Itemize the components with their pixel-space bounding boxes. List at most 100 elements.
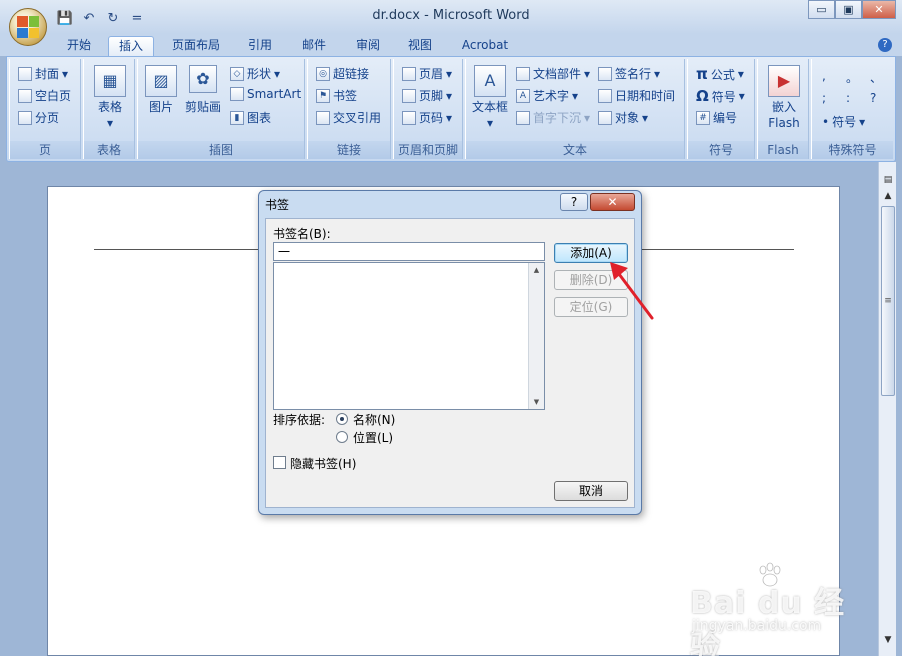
numbering-button[interactable]: # 编号 [696,109,737,126]
group-tables: ▦ 表格 ▾ 表格 [83,59,135,159]
minimize-button[interactable]: ▭ [808,0,835,19]
quick-parts-button[interactable]: 文档部件 ▾ [516,65,590,82]
special-char[interactable]: ? [870,91,876,105]
group-symbols: π 公式 ▾ Ω 符号 ▾ # 编号 符号 [687,59,755,159]
sort-by-label: 排序依据: [273,413,326,427]
tab-review[interactable]: 审阅 [348,36,388,56]
object-button[interactable]: 对象 ▾ [598,109,648,126]
hidden-bookmarks-label[interactable]: 隐藏书签(H) [290,455,356,472]
footer-button[interactable]: 页脚 ▾ [402,87,452,104]
smartart-button[interactable]: SmartArt [230,87,301,101]
special-symbol-button[interactable]: • 符号 ▾ [822,113,865,130]
scroll-thumb[interactable]: ≡ [881,206,895,396]
blank-page-button[interactable]: 空白页 [18,87,71,104]
date-time-button[interactable]: 日期和时间 [598,87,675,104]
tab-view[interactable]: 视图 [400,36,440,56]
dialog-close-button[interactable]: ✕ [590,193,635,211]
wordart-icon: A [516,88,530,103]
signature-line-button[interactable]: 签名行 ▾ [598,65,660,82]
sort-by-location-radio[interactable] [336,431,348,443]
tab-insert[interactable]: 插入 [108,36,154,56]
bookmark-list[interactable]: ▲ ▼ [273,262,545,410]
wordart-button[interactable]: A 艺术字 ▾ [516,87,578,104]
quick-parts-icon [516,66,530,81]
list-scroll-down-icon[interactable]: ▼ [529,395,544,409]
close-window-button[interactable]: ✕ [862,0,896,19]
drop-cap-button: 首字下沉 ▾ [516,109,590,126]
group-label-pages: 页 [10,141,80,159]
calendar-icon [598,88,612,103]
cancel-button[interactable]: 取消 [554,481,628,501]
tab-references[interactable]: 引用 [240,36,280,56]
group-label-illustrations: 插图 [138,141,304,159]
office-button[interactable] [9,8,47,46]
cross-reference-icon [316,110,330,125]
special-char[interactable]: , [822,69,826,83]
page-number-button[interactable]: 页码 ▾ [402,109,452,126]
special-char[interactable]: 、 [870,69,882,86]
symbol-button[interactable]: Ω 符号 ▾ [696,87,745,105]
page-break-icon [18,110,32,125]
bookmark-list-scrollbar[interactable]: ▲ ▼ [528,263,544,409]
bookmark-name-label: 书签名(B): [273,227,331,241]
group-text: A 文本框 ▾ 文档部件 ▾ A 艺术字 ▾ 首字下沉 ▾ 签名行 ▾ 日期和时间 对象 ▾… [465,59,685,159]
group-label-text: 文本 [466,141,684,159]
baidu-watermark: Bai du 经验 jingyan.baidu.com [690,560,870,656]
scroll-up-icon[interactable]: ▲ [880,188,896,204]
special-char[interactable]: : [846,91,850,105]
restore-button[interactable]: ▣ [835,0,862,19]
embed-flash-button[interactable]: ▶ 嵌入 Flash [766,65,802,131]
group-flash: ▶ 嵌入 Flash Flash [757,59,809,159]
sort-by-name-radio[interactable] [336,413,348,425]
omega-icon: Ω [696,87,709,105]
watermark-brand: Bai du 经验 [690,586,846,656]
list-scroll-up-icon[interactable]: ▲ [529,263,544,277]
bookmark-name-input[interactable] [273,242,545,261]
tab-home[interactable]: 开始 [56,36,102,56]
table-button[interactable]: ▦ 表格 ▾ [92,65,128,131]
sort-by-name-label[interactable]: 名称(N) [353,411,395,428]
group-label-header-footer: 页眉和页脚 [394,141,462,159]
page-break-button[interactable]: 分页 [18,109,59,126]
drop-cap-icon [516,110,530,125]
dot-icon: • [822,114,830,129]
textbox-icon: A [474,65,506,97]
special-char[interactable]: 。 [846,69,858,86]
group-links: ◎ 超链接 ⚑ 书签 交叉引用 链接 [307,59,391,159]
smartart-icon [230,87,244,101]
scroll-down-icon[interactable]: ▼ [880,632,896,648]
group-special-symbols: , 。 、 ; : ? • 符号 ▾ 特殊符号 [811,59,893,159]
hyperlink-button[interactable]: ◎ 超链接 [316,65,369,82]
picture-icon: ▨ [145,65,177,97]
tab-page-layout[interactable]: 页面布局 [166,36,226,56]
picture-button[interactable]: ▨ 图片 [144,65,178,115]
cross-reference-button[interactable]: 交叉引用 [316,109,381,126]
table-icon: ▦ [94,65,126,97]
cover-page-icon [18,66,32,81]
sort-by-location-label[interactable]: 位置(L) [353,429,393,446]
tab-mailings[interactable]: 邮件 [294,36,334,56]
group-label-symbols: 符号 [688,141,754,159]
textbox-button[interactable]: A 文本框 ▾ [470,65,510,131]
ruler-toggle-icon[interactable]: ▤ [880,172,896,188]
bookmark-icon: ⚑ [316,88,330,103]
pi-icon: π [696,65,708,83]
watermark-url: jingyan.baidu.com [692,618,822,634]
equation-button[interactable]: π 公式 ▾ [696,65,744,83]
flash-icon: ▶ [768,65,800,97]
special-char[interactable]: ; [822,91,826,105]
hidden-bookmarks-checkbox[interactable] [273,456,286,469]
number-icon: # [696,110,710,125]
object-icon [598,110,612,125]
bookmark-button[interactable]: ⚑ 书签 [316,87,357,104]
tab-acrobat[interactable]: Acrobat [454,36,516,56]
group-label-special-symbols: 特殊符号 [812,141,893,159]
vertical-scrollbar[interactable]: ▤ ▲ ≡ ▼ [878,162,896,656]
dialog-help-button[interactable]: ? [560,193,588,211]
chart-button[interactable]: ▮ 图表 [230,109,271,126]
cover-page-button[interactable]: 封面 ▾ [18,65,68,82]
clipart-button[interactable]: ✿ 剪贴画 [182,65,224,115]
help-icon[interactable]: ? [878,38,892,52]
shapes-button[interactable]: ◇ 形状 ▾ [230,65,280,82]
header-button[interactable]: 页眉 ▾ [402,65,452,82]
